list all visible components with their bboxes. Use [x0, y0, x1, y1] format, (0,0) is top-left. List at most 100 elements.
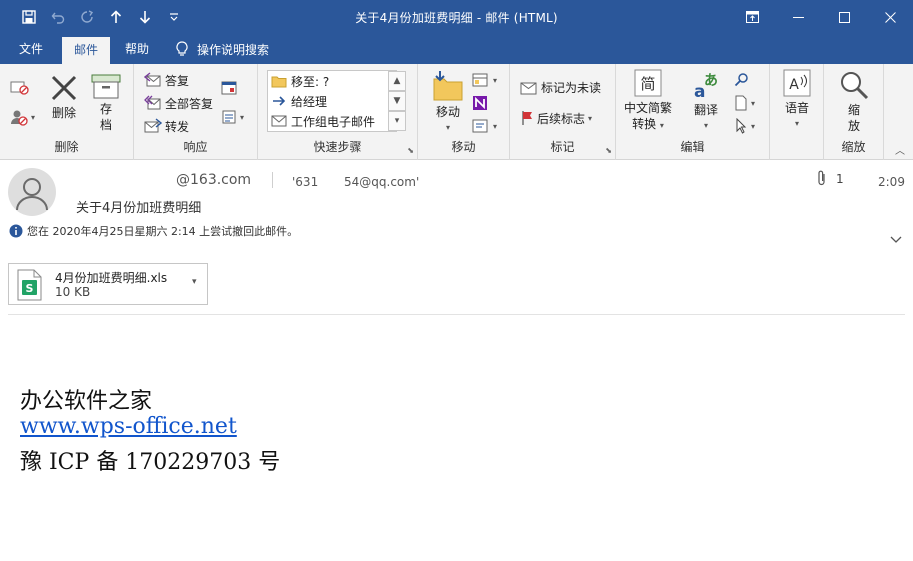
- more-respond-button[interactable]: ▾: [221, 107, 244, 127]
- follow-up-label: 后续标志: [537, 111, 586, 126]
- title-bar: 关于4月份加班费明细 - 邮件 (HTML): [0, 0, 913, 34]
- translate-caret-icon: ▾: [703, 121, 708, 130]
- quick-step-to-manager[interactable]: 给经理: [271, 91, 327, 111]
- move-button[interactable]: 移动 ▾: [428, 70, 468, 136]
- group-label-respond: 响应: [183, 140, 208, 154]
- quick-step-move-to[interactable]: 移至: ?: [271, 71, 329, 91]
- close-icon: [884, 11, 896, 23]
- body-link[interactable]: www.wps-office.net: [20, 414, 237, 439]
- tab-message[interactable]: 邮件: [62, 37, 110, 64]
- quick-steps-expand[interactable]: ▾: [388, 111, 406, 131]
- collapse-ribbon-icon[interactable]: ︿: [895, 142, 905, 157]
- lightbulb-icon: [176, 41, 188, 56]
- reply-button[interactable]: 答复: [144, 70, 189, 90]
- forward-button[interactable]: 转发: [144, 116, 189, 136]
- quick-steps-scroll-up[interactable]: ▲: [388, 71, 406, 91]
- paperclip-icon: [818, 170, 825, 186]
- excel-file-icon: S: [17, 269, 42, 301]
- select-button[interactable]: ▾: [734, 116, 755, 136]
- ribbon-tabs: 文件 邮件 帮助 操作说明搜索: [0, 34, 913, 64]
- more-respond-caret-icon: ▾: [240, 112, 245, 122]
- speech-button[interactable]: A 语音 ▾: [776, 68, 818, 132]
- attachment-count: 1: [836, 171, 844, 186]
- rules-caret-icon: ▾: [493, 75, 498, 85]
- person-icon: [16, 178, 48, 211]
- group-label-zoom: 缩放: [841, 140, 866, 154]
- rules-icon: [472, 73, 488, 87]
- quick-steps-launcher-icon[interactable]: ⬊: [407, 146, 414, 155]
- archive-button[interactable]: 存 档: [88, 73, 124, 133]
- ignore-button[interactable]: [10, 77, 30, 97]
- actions-icon: [472, 119, 488, 133]
- group-quick-steps: 移至: ? 给经理 工作组电子邮件 ▲ ▼ ▾ 快速步骤 ⬊: [258, 64, 418, 160]
- related-icon: [735, 95, 747, 111]
- minimize-button[interactable]: [775, 0, 821, 34]
- tab-file[interactable]: 文件: [12, 34, 50, 64]
- folder-arrow-icon: [271, 76, 287, 88]
- speech-label: 语音: [784, 101, 809, 115]
- follow-up-button[interactable]: 后续标志 ▾: [520, 108, 592, 128]
- junk-caret-icon: ▾: [31, 112, 36, 122]
- chevron-down-icon: [890, 236, 902, 243]
- translate-label: 翻译: [693, 103, 718, 117]
- received-time: 2:09: [878, 175, 905, 189]
- find-button[interactable]: [734, 70, 750, 90]
- window-controls: [729, 0, 913, 34]
- info-icon: [9, 224, 23, 238]
- delete-icon: [51, 75, 77, 101]
- translate-button[interactable]: aあ 翻译 ▾: [684, 70, 728, 134]
- attachment-dropdown-icon[interactable]: ▾: [192, 277, 197, 287]
- quick-step-team-email[interactable]: 工作组电子邮件: [271, 111, 375, 131]
- select-caret-icon: ▾: [751, 121, 756, 131]
- reply-label: 答复: [165, 73, 190, 88]
- delete-label: 删除: [51, 106, 76, 120]
- minimize-icon: [792, 16, 804, 18]
- move-caret-icon: ▾: [445, 123, 450, 132]
- tell-me-search[interactable]: 操作说明搜索: [176, 34, 269, 64]
- message-subject: 关于4月份加班费明细: [76, 201, 202, 216]
- restore-icon: [745, 11, 759, 23]
- group-delete: ▾ 删除 存 档 删除: [0, 64, 134, 160]
- info-text: 您在 2020年4月25日星期六 2:14 上尝试撤回此邮件。: [27, 225, 299, 238]
- avatar: [8, 168, 56, 216]
- group-speech: A 语音 ▾: [770, 64, 824, 160]
- ribbon-display-options-button[interactable]: [729, 0, 775, 34]
- recipient-2[interactable]: 54@qq.com': [344, 175, 419, 189]
- mark-unread-icon: [520, 82, 537, 95]
- delete-button[interactable]: 删除: [45, 73, 83, 121]
- rules-button[interactable]: ▾: [472, 70, 497, 90]
- quick-steps-gallery: 移至: ? 给经理 工作组电子邮件: [267, 70, 397, 132]
- cursor-icon: [736, 118, 747, 134]
- junk-button[interactable]: ▾: [10, 107, 35, 127]
- ribbon: ▾ 删除 存 档 删除 答复 全部答复 转发 ▾ 响应 移至: ? 给经理 工作…: [0, 64, 913, 160]
- actions-button[interactable]: ▾: [472, 116, 497, 136]
- header-divider: [8, 314, 905, 315]
- actions-caret-icon: ▾: [493, 121, 498, 131]
- related-button[interactable]: ▾: [734, 93, 755, 113]
- zoom-button[interactable]: 缩 放: [834, 70, 874, 134]
- quick-steps-scroll-down[interactable]: ▼: [388, 91, 406, 111]
- group-tags: 标记为未读 后续标志 ▾ 标记 ⬊: [510, 64, 616, 160]
- archive-label-1: 存: [99, 102, 112, 116]
- reply-all-button[interactable]: 全部答复: [144, 93, 213, 113]
- chinese-conversion-button[interactable]: 简 中文简繁 转换 ▾: [620, 68, 676, 134]
- recipient-1[interactable]: '631: [292, 175, 318, 189]
- maximize-button[interactable]: [821, 0, 867, 34]
- quick-step-team-email-label: 工作组电子邮件: [291, 114, 376, 129]
- speech-caret-icon: ▾: [794, 119, 799, 128]
- attachment-card[interactable]: S 4月份加班费明细.xls 10 KB ▾: [8, 263, 208, 305]
- quick-step-move-to-label: 移至: ?: [291, 74, 330, 89]
- mark-unread-label: 标记为未读: [541, 80, 602, 95]
- tab-help[interactable]: 帮助: [118, 34, 156, 64]
- sender-address[interactable]: @163.com: [176, 172, 251, 188]
- tags-launcher-icon[interactable]: ⬊: [605, 146, 612, 155]
- expand-header-button[interactable]: [890, 233, 902, 247]
- reply-all-icon: [144, 95, 161, 110]
- close-button[interactable]: [867, 0, 913, 34]
- meeting-button[interactable]: [221, 78, 237, 98]
- mark-unread-button[interactable]: 标记为未读: [520, 77, 601, 97]
- onenote-button[interactable]: [472, 93, 488, 113]
- flag-icon: [522, 111, 532, 125]
- body-line-1: 办公软件之家: [20, 389, 153, 414]
- svg-text:あ: あ: [704, 73, 718, 89]
